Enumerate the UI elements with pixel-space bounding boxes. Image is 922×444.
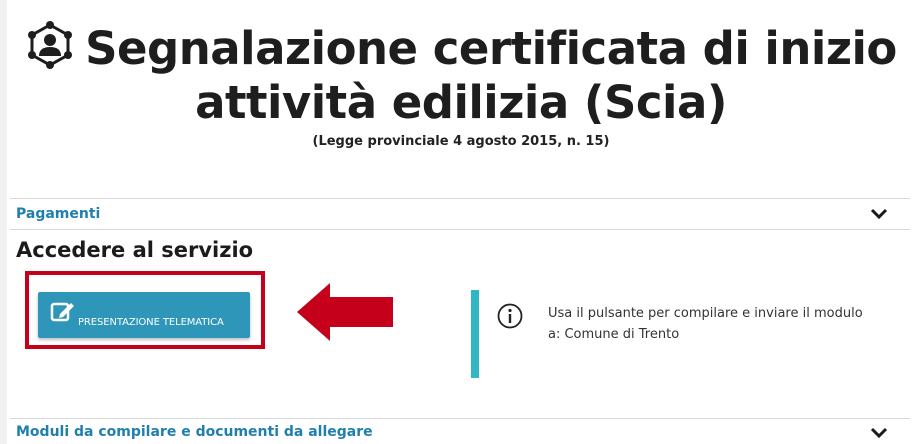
section-moduli-toggle[interactable]: Moduli da compilare e documenti da alleg… <box>16 424 373 440</box>
presentazione-telematica-button[interactable]: PRESENTAZIONE TELEMATICA <box>38 292 250 338</box>
page-title-line-2: attività edilizia (Scia) <box>195 76 727 129</box>
section-pagamenti-toggle[interactable]: Pagamenti <box>16 206 100 222</box>
page-title-text-1: Segnalazione certificata di inizio <box>85 22 897 75</box>
divider-pagamenti <box>10 229 910 230</box>
network-user-icon <box>28 21 73 69</box>
divider-top <box>10 198 910 199</box>
info-accent-bar <box>471 290 479 378</box>
access-heading: Accedere al servizio <box>16 238 254 262</box>
info-text: Usa il pulsante per compilare e inviare … <box>548 306 863 342</box>
page-subtitle: (Legge provinciale 4 agosto 2015, n. 15) <box>312 134 610 149</box>
divider-moduli <box>10 418 910 419</box>
chevron-down-icon[interactable] <box>870 207 888 221</box>
page-title-line-1: Segnalazione certificata di inizio <box>0 20 922 75</box>
chevron-down-icon[interactable] <box>870 426 888 440</box>
button-label: PRESENTAZIONE TELEMATICA <box>78 316 224 328</box>
edit-icon <box>50 302 74 322</box>
arrow-left-icon <box>297 283 393 341</box>
info-icon <box>497 303 523 329</box>
